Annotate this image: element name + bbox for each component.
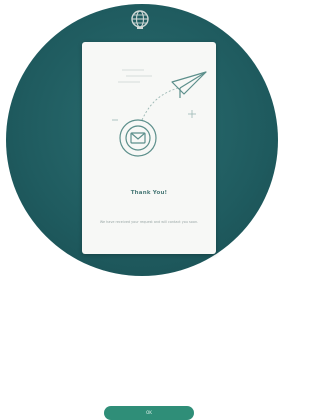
- dialog-title: Thank You!: [130, 190, 168, 196]
- paper-plane-icon: [171, 71, 207, 98]
- screen: Thank You! We have received your request…: [0, 0, 280, 420]
- envelope-icon: [119, 119, 157, 157]
- decor-lines: [118, 69, 152, 83]
- globe-icon: [131, 10, 149, 29]
- illustration: [112, 69, 207, 157]
- button-area: OK: [82, 200, 216, 420]
- sparkles: [112, 110, 196, 121]
- flight-path: [141, 87, 179, 121]
- ok-button[interactable]: OK: [104, 406, 194, 420]
